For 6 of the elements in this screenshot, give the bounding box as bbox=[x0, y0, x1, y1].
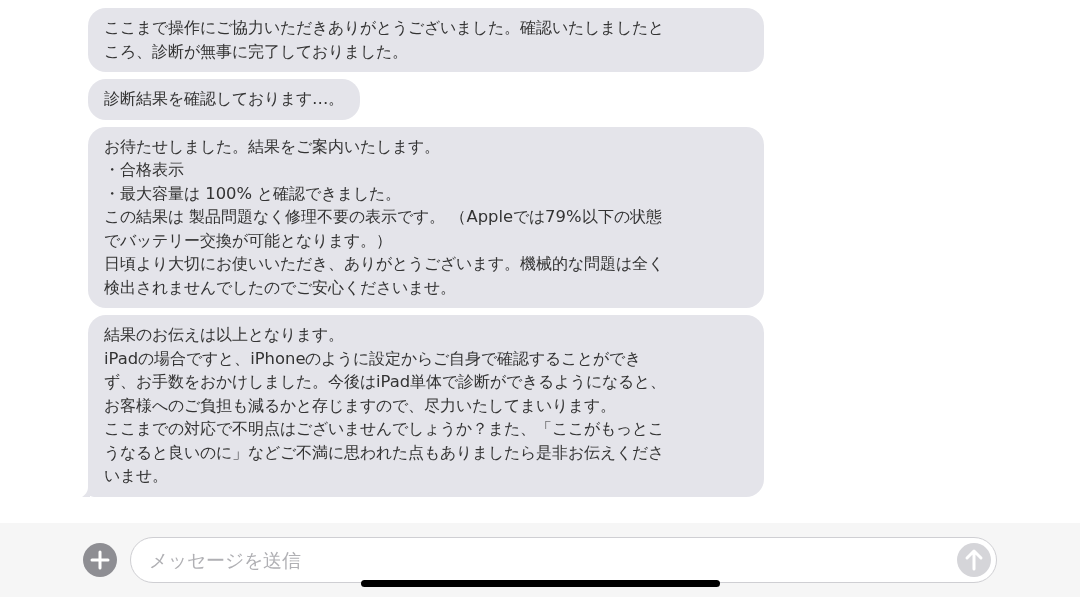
message-field[interactable]: メッセージを送信 bbox=[130, 537, 997, 583]
message-text: 結果のお伝えは以上となります。 iPadの場合ですと、iPhoneのように設定からご自身で確認することができ ず、お手数をおかけしました。今後はiPad単体で診断ができるようになると、 お客様へのご負担も減るかと存じますので、尽力いたしてまいります。 ここまでの対応で不明点はございませんでしょうか？また、「ここがもっとこ うなると良いのに」などご不満に思われた点もありましたら是非お伝えくださ いませ。 bbox=[104, 325, 667, 485]
message-text: ここまで操作にご協力いただきありがとうございました。確認いたしましたと ころ、診断が無事に完了しておりました。 bbox=[104, 18, 664, 61]
message-text: 診断結果を確認しております…。 bbox=[104, 89, 345, 108]
add-icon[interactable] bbox=[82, 542, 118, 578]
message-text: お待たせしました。結果をご案内いたします。 ・合格表示 ・最大容量は 100% と確認できました。 この結果は 製品問題なく修理不要の表示です。 （Appleでは79%以下の状態 でバッテリー交換が可能となります。） 日頃より大切にお使いいただき、ありがとうございます。機械的な問題は全く 検出されませんでしたのでご安心くださいませ。 bbox=[104, 136, 664, 297]
